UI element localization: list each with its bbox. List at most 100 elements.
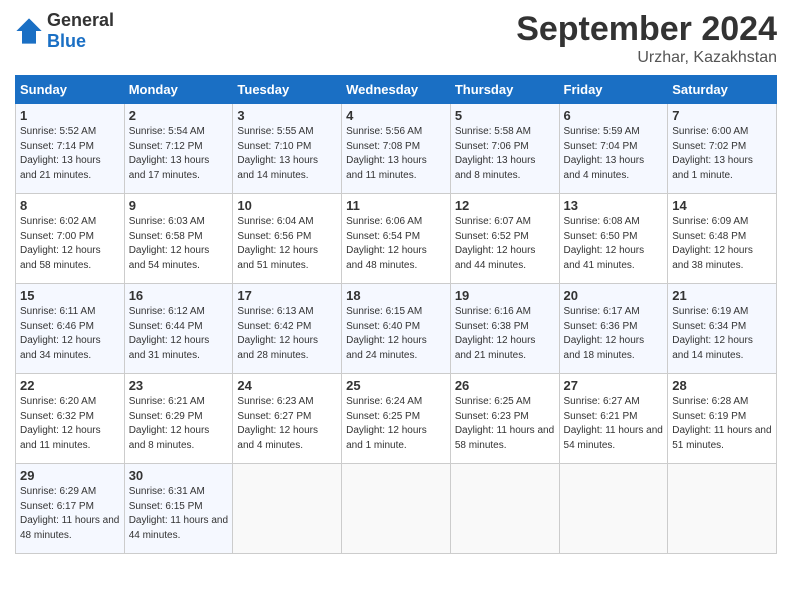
table-row: 17 Sunrise: 6:13 AMSunset: 6:42 PMDayligh… [233,284,342,374]
col-monday: Monday [124,76,233,104]
day-number: 3 [237,108,337,123]
table-row: 20 Sunrise: 6:17 AMSunset: 6:36 PMDayligh… [559,284,668,374]
day-number: 5 [455,108,555,123]
header: General Blue September 2024 Urzhar, Kaza… [15,10,777,67]
table-row: 2 Sunrise: 5:54 AMSunset: 7:12 PMDaylight… [124,104,233,194]
table-row: 6 Sunrise: 5:59 AMSunset: 7:04 PMDaylight… [559,104,668,194]
day-detail: Sunrise: 5:58 AMSunset: 7:06 PMDaylight:… [455,125,555,183]
day-number: 22 [20,378,120,393]
table-row: 21 Sunrise: 6:19 AMSunset: 6:34 PMDayligh… [668,284,777,374]
day-detail: Sunrise: 6:12 AMSunset: 6:44 PMDaylight:… [129,305,229,363]
table-row: 4Sunrise: 5:56 AMSunset: 7:08 PMDaylight… [342,104,451,194]
day-number: 19 [455,288,555,303]
day-number: 18 [346,288,446,303]
day-detail: Sunrise: 6:16 AMSunset: 6:38 PMDaylight:… [455,305,555,363]
day-number: 16 [129,288,229,303]
day-detail: Sunrise: 6:15 AMSunset: 6:40 PMDaylight:… [346,305,446,363]
table-row [342,464,451,554]
calendar-week-row: 15 Sunrise: 6:11 AMSunset: 6:46 PMDayligh… [16,284,777,374]
day-number: 28 [672,378,772,393]
table-row: 8Sunrise: 6:02 AMSunset: 7:00 PMDaylight… [16,194,125,284]
table-row: 11 Sunrise: 6:06 AMSunset: 6:54 PMDayligh… [342,194,451,284]
day-number: 8 [20,198,120,213]
logo-icon [15,17,43,45]
table-row: 5 Sunrise: 5:58 AMSunset: 7:06 PMDaylight… [450,104,559,194]
calendar-header-row: Sunday Monday Tuesday Wednesday Thursday… [16,76,777,104]
calendar-week-row: 8Sunrise: 6:02 AMSunset: 7:00 PMDaylight… [16,194,777,284]
day-detail: Sunrise: 5:59 AMSunset: 7:04 PMDaylight:… [564,125,664,183]
day-detail: Sunrise: 6:07 AMSunset: 6:52 PMDaylight:… [455,215,555,273]
day-number: 21 [672,288,772,303]
table-row: 22Sunrise: 6:20 AMSunset: 6:32 PMDayligh… [16,374,125,464]
day-detail: Sunrise: 6:04 AMSunset: 6:56 PMDaylight:… [237,215,337,273]
title-area: September 2024 Urzhar, Kazakhstan [516,10,777,67]
calendar-week-row: 22Sunrise: 6:20 AMSunset: 6:32 PMDayligh… [16,374,777,464]
col-sunday: Sunday [16,76,125,104]
location-title: Urzhar, Kazakhstan [516,49,777,67]
logo-general-text: General [47,10,114,30]
day-number: 9 [129,198,229,213]
day-detail: Sunrise: 6:13 AMSunset: 6:42 PMDaylight:… [237,305,337,363]
table-row: 25 Sunrise: 6:24 AMSunset: 6:25 PMDayligh… [342,374,451,464]
day-number: 27 [564,378,664,393]
day-number: 15 [20,288,120,303]
day-number: 30 [129,468,229,483]
logo: General Blue [15,10,114,52]
calendar-week-row: 1Sunrise: 5:52 AMSunset: 7:14 PMDaylight… [16,104,777,194]
table-row: 30 Sunrise: 6:31 AMSunset: 6:15 PMDayligh… [124,464,233,554]
day-number: 11 [346,198,446,213]
table-row [233,464,342,554]
day-number: 25 [346,378,446,393]
day-number: 24 [237,378,337,393]
table-row: 18 Sunrise: 6:15 AMSunset: 6:40 PMDayligh… [342,284,451,374]
day-detail: Sunrise: 6:29 AMSunset: 6:17 PMDaylight:… [20,485,120,543]
table-row: 3 Sunrise: 5:55 AMSunset: 7:10 PMDaylight… [233,104,342,194]
day-detail: Sunrise: 6:19 AMSunset: 6:34 PMDaylight:… [672,305,772,363]
day-number: 4 [346,108,446,123]
table-row: 19 Sunrise: 6:16 AMSunset: 6:38 PMDayligh… [450,284,559,374]
day-number: 13 [564,198,664,213]
day-number: 6 [564,108,664,123]
day-number: 2 [129,108,229,123]
day-detail: Sunrise: 6:11 AMSunset: 6:46 PMDaylight:… [20,305,120,363]
day-detail: Sunrise: 6:23 AMSunset: 6:27 PMDaylight:… [237,395,337,453]
table-row: 1Sunrise: 5:52 AMSunset: 7:14 PMDaylight… [16,104,125,194]
day-detail: Sunrise: 5:52 AMSunset: 7:14 PMDaylight:… [20,125,120,183]
day-detail: Sunrise: 6:00 AMSunset: 7:02 PMDaylight:… [672,125,772,183]
day-number: 10 [237,198,337,213]
table-row [450,464,559,554]
day-detail: Sunrise: 6:08 AMSunset: 6:50 PMDaylight:… [564,215,664,273]
day-detail: Sunrise: 6:21 AMSunset: 6:29 PMDaylight:… [129,395,229,453]
day-detail: Sunrise: 6:09 AMSunset: 6:48 PMDaylight:… [672,215,772,273]
logo-wordmark: General Blue [47,10,114,52]
day-number: 29 [20,468,120,483]
day-detail: Sunrise: 6:06 AMSunset: 6:54 PMDaylight:… [346,215,446,273]
day-detail: Sunrise: 6:28 AMSunset: 6:19 PMDaylight:… [672,395,772,453]
day-detail: Sunrise: 5:55 AMSunset: 7:10 PMDaylight:… [237,125,337,183]
day-detail: Sunrise: 6:31 AMSunset: 6:15 PMDaylight:… [129,485,229,543]
day-detail: Sunrise: 6:03 AMSunset: 6:58 PMDaylight:… [129,215,229,273]
table-row: 10 Sunrise: 6:04 AMSunset: 6:56 PMDayligh… [233,194,342,284]
table-row: 27Sunrise: 6:27 AMSunset: 6:21 PMDayligh… [559,374,668,464]
day-detail: Sunrise: 6:25 AMSunset: 6:23 PMDaylight:… [455,395,555,453]
table-row: 9 Sunrise: 6:03 AMSunset: 6:58 PMDaylight… [124,194,233,284]
day-detail: Sunrise: 5:54 AMSunset: 7:12 PMDaylight:… [129,125,229,183]
day-detail: Sunrise: 6:17 AMSunset: 6:36 PMDaylight:… [564,305,664,363]
table-row: 12 Sunrise: 6:07 AMSunset: 6:52 PMDayligh… [450,194,559,284]
col-thursday: Thursday [450,76,559,104]
col-tuesday: Tuesday [233,76,342,104]
day-number: 20 [564,288,664,303]
day-number: 17 [237,288,337,303]
table-row: 13 Sunrise: 6:08 AMSunset: 6:50 PMDayligh… [559,194,668,284]
table-row: 7 Sunrise: 6:00 AMSunset: 7:02 PMDaylight… [668,104,777,194]
table-row: 28 Sunrise: 6:28 AMSunset: 6:19 PMDayligh… [668,374,777,464]
table-row: 29 Sunrise: 6:29 AMSunset: 6:17 PMDayligh… [16,464,125,554]
calendar-table: Sunday Monday Tuesday Wednesday Thursday… [15,75,777,554]
month-title: September 2024 [516,10,777,49]
col-wednesday: Wednesday [342,76,451,104]
table-row: 16 Sunrise: 6:12 AMSunset: 6:44 PMDayligh… [124,284,233,374]
logo-blue-text: Blue [47,31,86,51]
day-number: 7 [672,108,772,123]
day-number: 12 [455,198,555,213]
day-detail: Sunrise: 6:24 AMSunset: 6:25 PMDaylight:… [346,395,446,453]
